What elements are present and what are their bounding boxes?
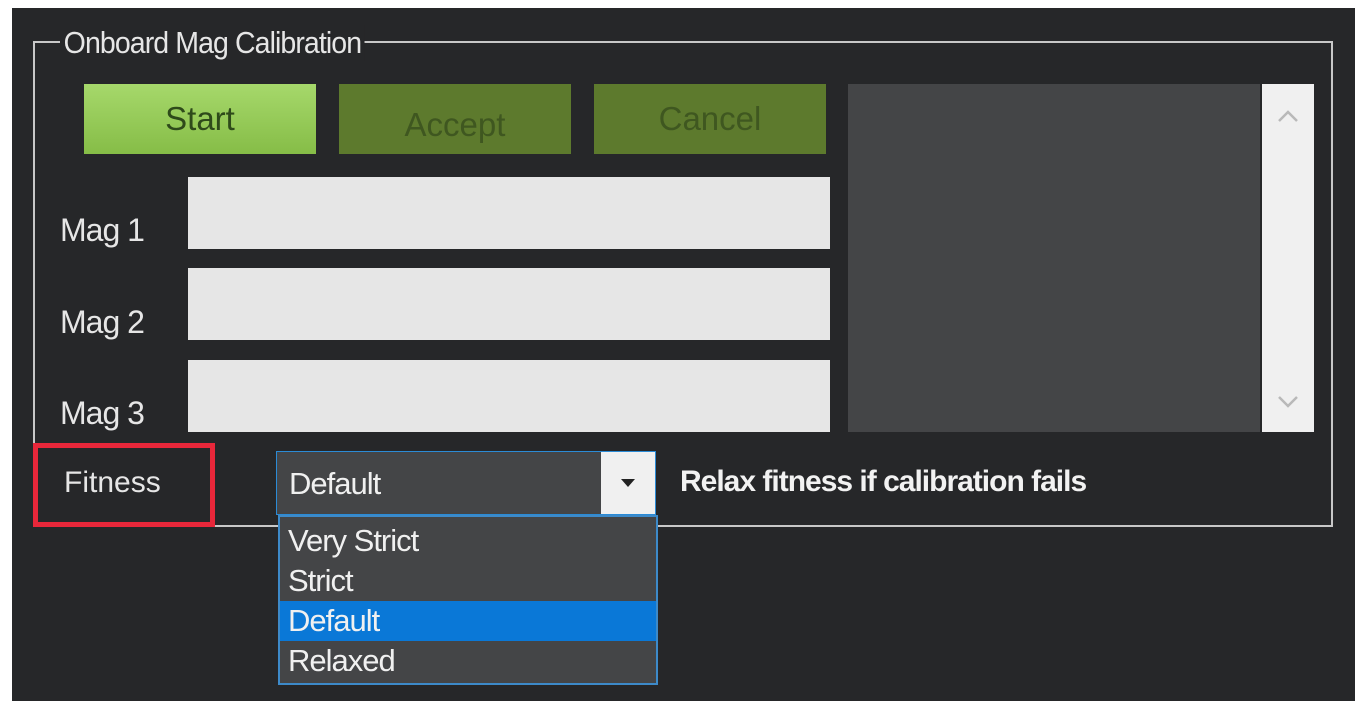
log-scrollbar[interactable]: [1262, 84, 1314, 432]
chevron-up-icon[interactable]: [1262, 90, 1314, 142]
mag-2-label: Mag 2: [60, 304, 145, 340]
mag-3-field[interactable]: [188, 360, 830, 432]
start-button[interactable]: Start: [84, 84, 316, 154]
fitness-selected-value: Default: [289, 466, 381, 501]
accept-button[interactable]: Accept: [339, 84, 571, 154]
calibration-log-textbox[interactable]: [848, 84, 1260, 432]
option-relaxed[interactable]: Relaxed: [280, 641, 656, 681]
chevron-down-icon[interactable]: [1262, 376, 1314, 428]
option-very-strict[interactable]: Very Strict: [280, 521, 656, 561]
cancel-button[interactable]: Cancel: [594, 84, 826, 154]
mag-2-field[interactable]: [188, 268, 830, 340]
fitness-select[interactable]: Default: [276, 451, 656, 515]
dropdown-arrow-icon[interactable]: [601, 452, 655, 514]
mag-1-field[interactable]: [188, 177, 830, 249]
mag-1-label: Mag 1: [60, 212, 145, 248]
relax-fitness-label: Relax fitness if calibration fails: [680, 465, 1087, 498]
group-title: Onboard Mag Calibration: [60, 25, 365, 61]
option-strict[interactable]: Strict: [280, 561, 656, 601]
fitness-dropdown-list: Very Strict Strict Default Relaxed: [278, 515, 658, 685]
mag-3-label: Mag 3: [60, 395, 145, 431]
option-default[interactable]: Default: [280, 601, 656, 641]
fitness-highlight-box: [33, 443, 215, 527]
